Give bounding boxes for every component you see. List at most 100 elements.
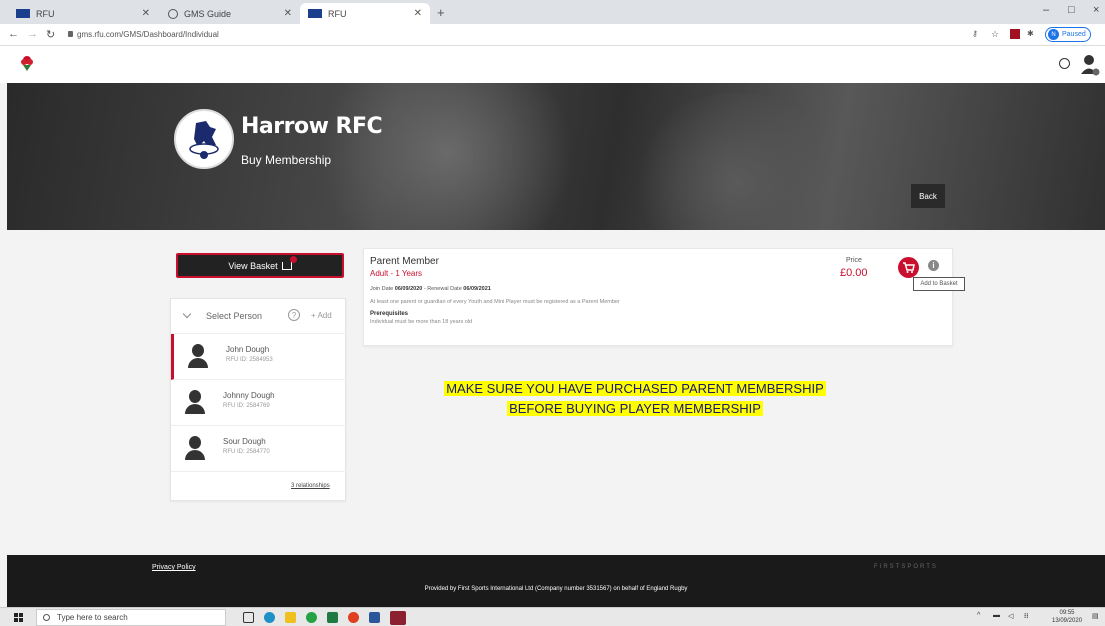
- maximize-button[interactable]: □: [1068, 4, 1075, 16]
- back-button[interactable]: Back: [911, 184, 945, 208]
- membership-dates: Join Date 06/09/2020 - Renewal Date 06/0…: [370, 286, 491, 292]
- profile-button[interactable]: N Paused: [1045, 27, 1091, 42]
- club-crest-logo: [174, 109, 234, 169]
- url-field[interactable]: gms.rfu.com/GMS/Dashboard/Individual: [68, 30, 219, 39]
- hero-background-image: [307, 83, 587, 230]
- chevron-up-icon[interactable]: ^: [977, 612, 980, 619]
- lock-icon: [68, 31, 73, 37]
- close-tab-icon[interactable]: ✕: [414, 8, 422, 19]
- person-name: John Dough: [226, 345, 270, 354]
- select-person-header: Select Person ? + Add: [171, 299, 347, 334]
- add-person-button[interactable]: + Add: [311, 311, 332, 320]
- site-footer: Privacy Policy FIRSTSPORTS Provided by F…: [7, 555, 1105, 607]
- excel-icon[interactable]: [327, 612, 338, 623]
- basket-icon: [281, 255, 297, 270]
- person-rfu-id: RFU ID: 2584769: [223, 403, 270, 409]
- profile-status: Paused: [1062, 31, 1086, 38]
- provided-by-text: Provided by First Sports International L…: [424, 586, 688, 592]
- add-to-basket-tooltip: Add to Basket: [913, 277, 965, 291]
- person-rfu-id: RFU ID: 2584770: [223, 449, 270, 455]
- globe-favicon-icon: [168, 8, 178, 19]
- url-text: gms.rfu.com/GMS/Dashboard/Individual: [77, 30, 219, 39]
- club-name: Harrow RFC: [241, 114, 383, 139]
- forward-arrow-icon[interactable]: →: [27, 28, 38, 40]
- network-icon[interactable]: ▬: [993, 612, 1000, 619]
- person-name: Sour Dough: [223, 437, 266, 446]
- info-icon[interactable]: i: [928, 260, 939, 271]
- person-list-item[interactable]: Sour Dough RFU ID: 2584770: [171, 426, 347, 472]
- taskbar-search-placeholder: Type here to search: [57, 613, 128, 622]
- edge-browser-icon[interactable]: [264, 612, 275, 623]
- close-tab-icon[interactable]: ✕: [284, 8, 292, 19]
- notice-line-1: MAKE SURE YOU HAVE PURCHASED PARENT MEMB…: [444, 381, 826, 396]
- browser-tab-active[interactable]: RFU ✕: [300, 3, 430, 24]
- taskbar-search-input[interactable]: Type here to search: [36, 609, 226, 626]
- person-name: Johnny Dough: [223, 391, 275, 400]
- user-account-icon[interactable]: [1080, 54, 1100, 76]
- chevron-down-icon[interactable]: [182, 309, 192, 319]
- help-icon[interactable]: ?: [288, 309, 300, 321]
- clock-date: 13/09/2020: [1052, 618, 1083, 624]
- star-icon[interactable]: ☆: [991, 29, 1001, 39]
- prerequisites-text: Individual must be more than 18 years ol…: [370, 319, 473, 325]
- avatar: [188, 344, 208, 368]
- volume-icon[interactable]: ◁: [1008, 612, 1013, 620]
- cart-icon: [903, 262, 915, 273]
- search-icon[interactable]: [1059, 58, 1070, 69]
- membership-title: Parent Member: [370, 256, 439, 267]
- hero-background-image: [627, 93, 847, 230]
- reload-icon[interactable]: ↻: [46, 28, 55, 41]
- browser-tab-bar: RFU ✕ GMS Guide ✕ RFU ✕ + – □ ×: [0, 0, 1105, 24]
- key-icon[interactable]: ⚷: [972, 29, 982, 39]
- browser-tab[interactable]: RFU ✕: [8, 3, 158, 24]
- back-arrow-icon[interactable]: ←: [8, 28, 19, 40]
- notification-icon[interactable]: ▤: [1092, 612, 1099, 620]
- england-rose-logo-icon[interactable]: [19, 54, 35, 72]
- browser-tab[interactable]: GMS Guide ✕: [160, 3, 300, 24]
- task-view-icon[interactable]: [243, 612, 254, 623]
- rfu-favicon-icon: [16, 9, 30, 18]
- privacy-policy-link[interactable]: Privacy Policy: [152, 564, 196, 571]
- whatsapp-icon[interactable]: [306, 612, 317, 623]
- site-header: [0, 46, 1105, 83]
- file-explorer-icon[interactable]: [285, 612, 296, 623]
- person-rfu-id: RFU ID: 2584953: [226, 357, 273, 363]
- membership-card: Parent Member Adult - 1 Years Join Date …: [363, 248, 953, 346]
- notice-line-2: BEFORE BUYING PLAYER MEMBERSHIP: [507, 401, 763, 416]
- puzzle-icon[interactable]: ✱: [1027, 29, 1037, 39]
- person-list-item[interactable]: Johnny Dough RFU ID: 2584769: [171, 380, 347, 426]
- membership-type: Adult - 1 Years: [370, 269, 423, 278]
- profile-avatar: N: [1048, 29, 1059, 40]
- taskbar-clock[interactable]: 09:55 13/09/2020: [1052, 609, 1082, 625]
- first-sports-logo: FIRSTSPORTS: [874, 564, 938, 570]
- rfu-favicon-icon: [308, 9, 322, 18]
- avatar: [185, 436, 205, 460]
- language-icon[interactable]: ⁝⁝: [1024, 612, 1028, 620]
- membership-description: At least one parent or guardian of every…: [370, 299, 620, 305]
- select-person-panel: Select Person ? + Add John Dough RFU ID:…: [170, 298, 347, 501]
- search-icon: [43, 614, 50, 621]
- add-to-basket-button[interactable]: [898, 257, 919, 278]
- close-tab-icon[interactable]: ✕: [142, 8, 150, 19]
- view-basket-button[interactable]: View Basket: [176, 253, 344, 278]
- person-list-item[interactable]: John Dough RFU ID: 2584953: [171, 334, 347, 380]
- prerequisites-heading: Prerequisites: [370, 311, 409, 317]
- active-app-icon[interactable]: [390, 611, 406, 625]
- extension-icon[interactable]: [1010, 29, 1020, 39]
- word-icon[interactable]: [369, 612, 380, 623]
- select-person-label: Select Person: [206, 311, 263, 321]
- new-tab-button[interactable]: +: [437, 5, 445, 20]
- avatar: [185, 390, 205, 414]
- relationships-link[interactable]: 3 relationships: [291, 483, 330, 489]
- view-basket-label: View Basket: [228, 260, 278, 271]
- close-window-button[interactable]: ×: [1093, 4, 1099, 16]
- parent-membership-notice: MAKE SURE YOU HAVE PURCHASED PARENT MEMB…: [415, 379, 855, 419]
- clock-time: 09:55: [1059, 610, 1075, 616]
- windows-taskbar: Type here to search ^ ▬ ◁ ⁝⁝ 09:55 13/09…: [0, 607, 1105, 626]
- tab-title: RFU: [36, 8, 55, 19]
- minimize-button[interactable]: –: [1043, 4, 1049, 16]
- basket-count-badge: [289, 255, 297, 263]
- chrome-icon[interactable]: [348, 612, 359, 623]
- price-label: Price: [846, 257, 862, 264]
- windows-start-icon[interactable]: [14, 613, 23, 622]
